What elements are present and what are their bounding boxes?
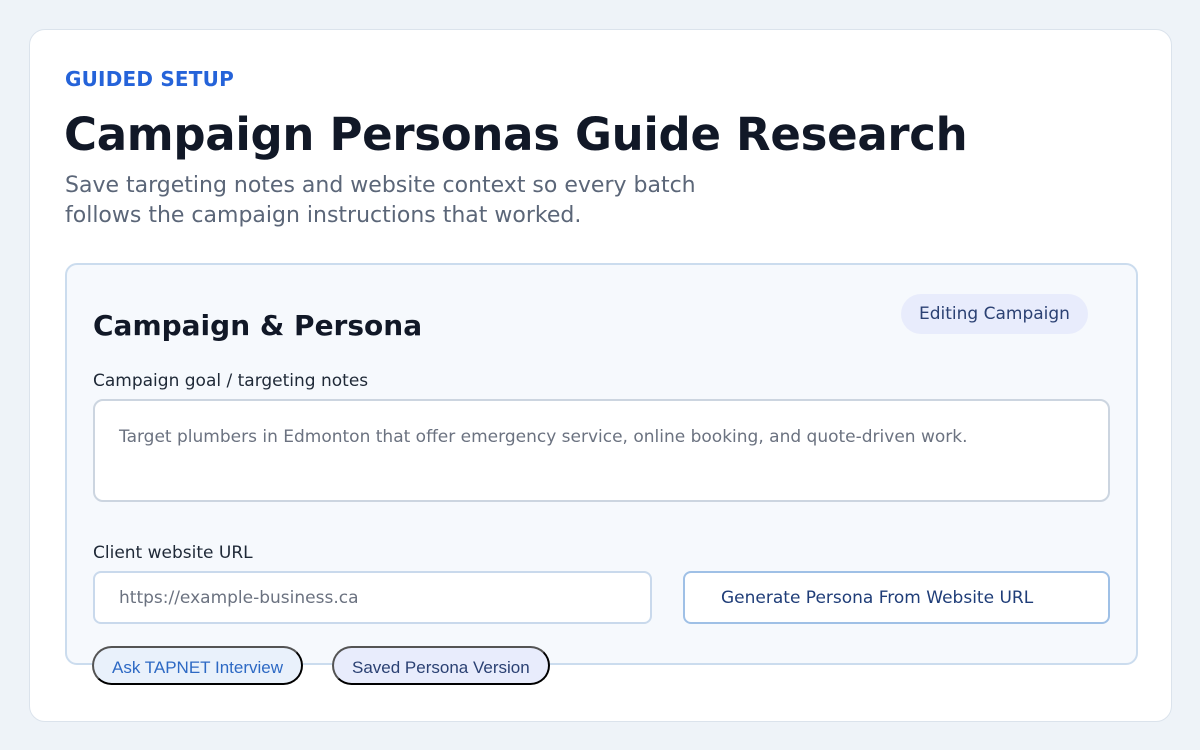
campaign-persona-panel: Campaign & Persona Editing Campaign Camp… [65,263,1138,665]
saved-persona-version-button[interactable]: Saved Persona Version [332,646,550,685]
page-subtitle: Save targeting notes and website context… [65,173,696,228]
goal-field-label: Campaign goal / targeting notes [93,371,369,391]
page-title: Campaign Personas Guide Research [64,108,968,161]
setup-card: GUIDED SETUP Campaign Personas Guide Res… [29,29,1172,722]
url-field-label: Client website URL [93,543,253,563]
generate-persona-button[interactable]: Generate Persona From Website URL [683,571,1110,624]
client-website-url-input[interactable] [93,571,652,624]
campaign-goal-textarea[interactable] [93,399,1110,502]
eyebrow-label: GUIDED SETUP [65,67,234,91]
status-badge: Editing Campaign [901,294,1088,334]
ask-interview-button[interactable]: Ask TAPNET Interview [92,646,303,685]
panel-title: Campaign & Persona [93,309,423,342]
